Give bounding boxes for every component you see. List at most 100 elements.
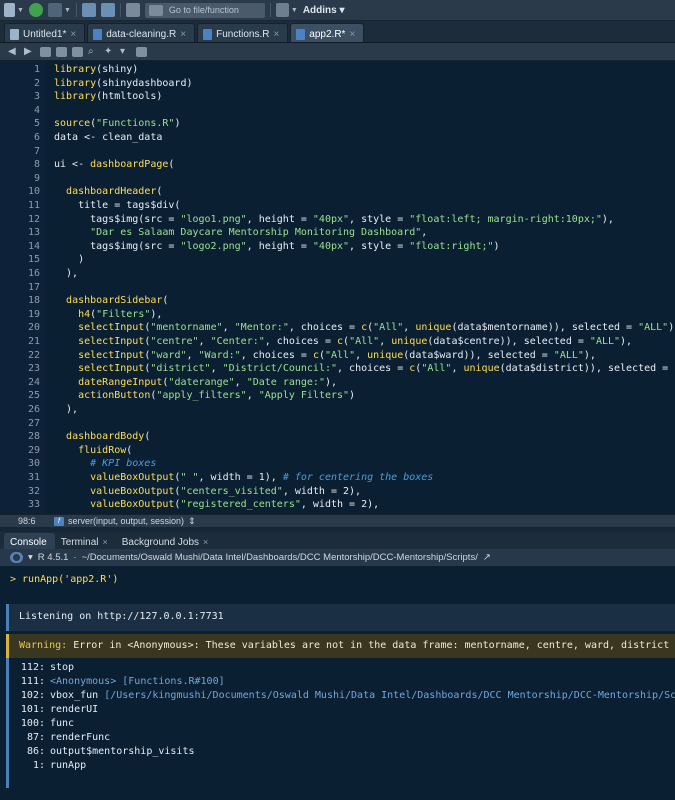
open-file-caret-icon[interactable]: ▼ (64, 7, 71, 14)
code-text: tags$img(src = "logo1.png", height = "40… (54, 213, 614, 225)
close-tab-icon[interactable]: × (103, 537, 108, 547)
line-number: 13 (27, 227, 40, 239)
magic-wand-icon[interactable]: ✦ (104, 46, 115, 57)
code-editor[interactable]: 1 library(shiny) 2 library(shinydashboard) 3… (0, 61, 675, 514)
frame-number: 86: (26, 746, 45, 757)
goto-placeholder: Go to file/function (168, 4, 239, 15)
code-tools-caret-icon[interactable]: ▾ (120, 46, 131, 57)
tab-terminal[interactable]: Terminal × (55, 533, 116, 549)
line-number: 11 (27, 200, 40, 211)
code-line: 6 data <- clean_data (0, 131, 675, 145)
editor-status-bar: 98:6 f server(input, output, session) ⇕ (0, 514, 675, 527)
new-project-icon[interactable] (28, 3, 43, 17)
tab-label: app2.R* (309, 29, 346, 40)
open-file-icon[interactable] (47, 3, 62, 17)
code-text: dashboardBody( (66, 431, 151, 443)
tab-label: Console (10, 536, 47, 548)
tab-data-cleaning[interactable]: data-cleaning.R × (87, 23, 196, 42)
code-text: ui <- dashboardPage( (54, 159, 175, 171)
code-text: selectInput("mentorname", "Mentor:", cho… (78, 322, 675, 334)
goto-file-input[interactable]: Go to file/function (144, 2, 265, 18)
code-line: 12 tags$img(src = "logo1.png", height = … (0, 213, 675, 227)
line-number: 17 (27, 281, 40, 293)
code-line: 10 dashboardHeader( (0, 185, 675, 199)
frame-number: 100: (20, 718, 45, 729)
close-tab-icon[interactable]: × (349, 29, 355, 40)
forward-arrow-icon[interactable]: ▶ (24, 46, 35, 57)
goto-icon (148, 4, 163, 16)
code-line: 23 selectInput("district", "District/Cou… (0, 362, 675, 376)
code-line: 31 valueBoxOutput(" ", width = 1), # for… (0, 471, 675, 485)
frame-function: renderUI (50, 704, 99, 715)
line-number: 7 (33, 145, 40, 157)
compile-report-icon[interactable] (136, 46, 147, 57)
line-number: 16 (27, 268, 40, 279)
warning-label: Warning: (19, 640, 68, 651)
new-file-icon[interactable] (4, 3, 15, 17)
tab-untitled1[interactable]: Untitled1* × (4, 23, 86, 42)
workspace-panes-caret-icon[interactable]: ▼ (291, 7, 298, 14)
code-line: 33 valueBoxOutput("registered_centers", … (0, 498, 675, 512)
show-in-window-icon[interactable] (40, 46, 51, 57)
function-icon: f (54, 516, 64, 526)
frame-source-link[interactable]: [Functions.R#100] (116, 676, 224, 687)
frame-source-link[interactable]: [/Users/kingmushi/Documents/Oswald Mushi… (98, 690, 675, 701)
file-icon (10, 29, 19, 40)
search-icon[interactable]: ⌕ (88, 46, 99, 57)
code-line: 15 ) (0, 253, 675, 267)
r-version-caret-icon[interactable]: ▾ (28, 552, 33, 563)
code-line: 26 ), (0, 403, 675, 417)
print-icon[interactable] (125, 3, 140, 17)
tab-functions[interactable]: Functions.R × (197, 23, 289, 42)
close-tab-icon[interactable]: × (203, 537, 208, 547)
code-text: "Dar es Salaam Daycare Mentorship Monito… (90, 227, 428, 239)
cursor-position: 98:6 (18, 516, 36, 526)
line-number: 4 (33, 104, 40, 116)
close-tab-icon[interactable]: × (180, 29, 186, 40)
tab-console[interactable]: Console (4, 533, 55, 549)
code-line: 9 (0, 172, 675, 186)
line-number: 26 (27, 404, 40, 415)
line-number: 12 (27, 213, 40, 225)
code-line: 32 valueBoxOutput("centers_visited", wid… (0, 485, 675, 499)
line-number: 19 (27, 308, 40, 320)
editor-tab-bar: Untitled1* × data-cleaning.R × Functions… (0, 21, 675, 43)
frame-function: renderFunc (50, 732, 111, 743)
save-file-icon[interactable] (56, 46, 67, 57)
close-tab-icon[interactable]: × (70, 29, 76, 40)
tab-app2[interactable]: app2.R* × (290, 23, 365, 42)
line-number: 6 (33, 132, 40, 143)
tab-background-jobs[interactable]: Background Jobs × (116, 533, 217, 549)
line-number: 27 (27, 417, 40, 429)
tab-label: Untitled1* (23, 29, 67, 40)
r-logo-icon (10, 552, 23, 563)
knit-icon[interactable] (72, 46, 83, 57)
code-line: 18 dashboardSidebar( (0, 294, 675, 308)
back-arrow-icon[interactable]: ◀ (8, 46, 19, 57)
line-number: 24 (27, 376, 40, 388)
addins-menu[interactable]: Addins ▾ (303, 5, 345, 16)
line-number: 30 (27, 458, 40, 470)
code-text: valueBoxOutput("centers_visited", width … (90, 485, 362, 497)
code-line: 20 selectInput("mentorname", "Mentor:", … (0, 321, 675, 335)
console-output[interactable]: > runApp('app2.R') Listening on http://1… (0, 566, 675, 800)
save-all-icon[interactable] (100, 3, 115, 17)
go-to-directory-icon[interactable]: ↗ (483, 552, 491, 563)
line-number: 23 (27, 363, 40, 375)
line-number: 31 (27, 472, 40, 483)
code-text: ), (54, 404, 79, 415)
save-icon[interactable] (81, 3, 96, 17)
code-text: # KPI boxes (90, 458, 157, 470)
workspace-panes-icon[interactable] (275, 3, 289, 17)
code-text: dashboardHeader( (66, 186, 163, 198)
warning-message-box: Warning: Error in <Anonymous>: These var… (6, 634, 675, 658)
frame-number: 111: (20, 676, 45, 687)
close-tab-icon[interactable]: × (273, 29, 279, 40)
function-scope-selector[interactable]: f server(input, output, session) ⇕ (46, 516, 196, 527)
line-number: 25 (27, 390, 40, 402)
traceback-line: 100: func (9, 717, 74, 731)
new-file-caret-icon[interactable]: ▼ (17, 7, 24, 14)
code-text: ) (54, 254, 85, 266)
line-number: 33 (27, 499, 40, 511)
code-line: 27 (0, 417, 675, 431)
